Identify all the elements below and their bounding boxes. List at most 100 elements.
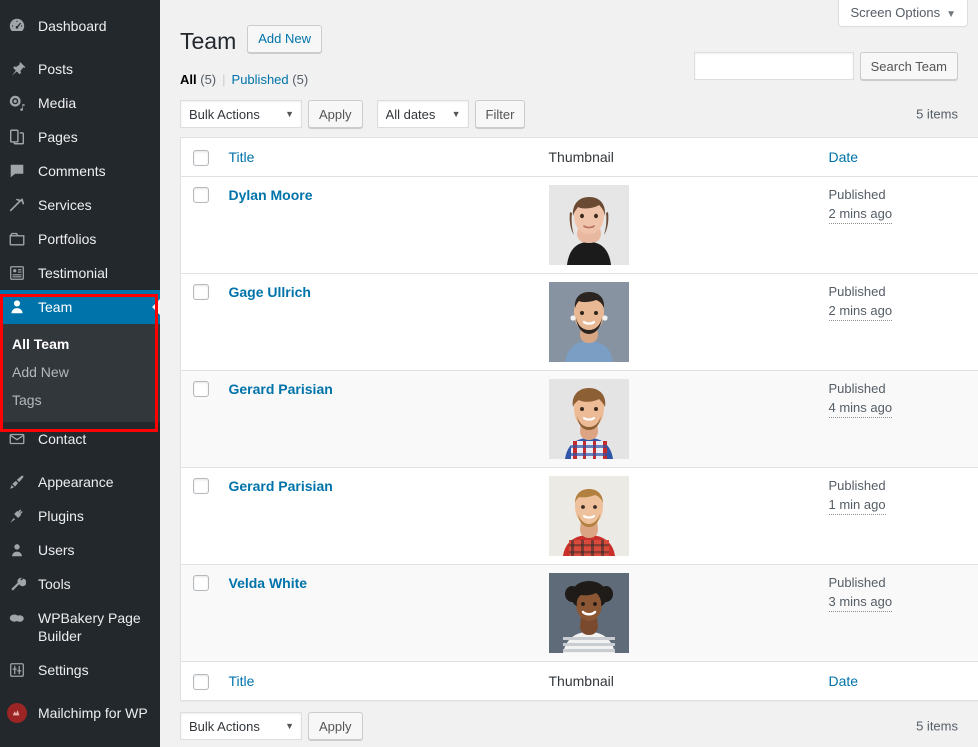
sidebar-item-label: Comments xyxy=(38,163,106,179)
view-published[interactable]: Published (5) xyxy=(232,72,309,87)
submenu-item-add-new[interactable]: Add New xyxy=(0,358,160,386)
row-title-cell: Gerard Parisian xyxy=(228,370,549,468)
apply-button-bottom[interactable]: Apply xyxy=(308,712,363,740)
row-relative-date: 1 min ago xyxy=(828,495,886,515)
row-title-link[interactable]: Gerard Parisian xyxy=(229,476,333,494)
row-title-cell: Dylan Moore xyxy=(228,176,549,274)
row-relative-date: 2 mins ago xyxy=(828,204,893,224)
sort-date-link-bottom[interactable]: Date xyxy=(829,673,859,689)
sidebar-item-posts[interactable]: Posts xyxy=(0,52,160,86)
row-checkbox[interactable] xyxy=(193,187,209,203)
row-status: Published xyxy=(828,284,886,299)
row-checkbox[interactable] xyxy=(193,284,209,300)
thumbnail-header-label-top: Thumbnail xyxy=(548,149,614,165)
column-footer-date[interactable]: Date xyxy=(828,661,978,701)
row-thumbnail-cell xyxy=(548,467,829,565)
sidebar-item-media[interactable]: Media xyxy=(0,86,160,120)
row-thumbnail-cell xyxy=(548,564,829,662)
view-all[interactable]: All (5) xyxy=(180,72,216,87)
wrench-icon xyxy=(8,574,34,594)
sidebar-item-label: Settings xyxy=(38,662,89,678)
sidebar-item-users[interactable]: Users xyxy=(0,533,160,567)
view-published-count: (5) xyxy=(292,72,309,87)
view-all-link[interactable]: All xyxy=(180,72,197,87)
column-header-date[interactable]: Date xyxy=(828,137,978,177)
add-new-button[interactable]: Add New xyxy=(247,25,322,53)
row-checkbox[interactable] xyxy=(193,381,209,397)
admin-sidebar-menu: Dashboard Posts Media Pages Comments Ser… xyxy=(0,0,160,747)
table-foot: Title Thumbnail Date xyxy=(180,661,978,701)
table-row: Gerard Parisian xyxy=(180,370,978,468)
row-relative-date: 4 mins ago xyxy=(828,398,893,418)
plug-icon xyxy=(8,506,34,526)
table-row: Dylan Moore Published 2 mins ago xyxy=(180,176,978,274)
row-title-link[interactable]: Gage Ullrich xyxy=(229,282,311,300)
select-all-checkbox-bottom[interactable] xyxy=(193,674,209,690)
sidebar-item-appearance[interactable]: Appearance xyxy=(0,465,160,499)
sidebar-item-wpbakery[interactable]: WPBakery Page Builder xyxy=(0,601,160,653)
view-published-link[interactable]: Published xyxy=(232,72,289,87)
filter-button[interactable]: Filter xyxy=(474,100,526,128)
sidebar-item-label: Tools xyxy=(38,576,71,592)
submenu-item-tags[interactable]: Tags xyxy=(0,386,160,414)
avatar xyxy=(548,476,829,556)
row-title-link[interactable]: Gerard Parisian xyxy=(229,379,333,397)
submenu-item-label: Tags xyxy=(12,392,42,408)
sidebar-item-comments[interactable]: Comments xyxy=(0,154,160,188)
tablenav-bottom: Bulk Actions ▼ Apply 5 items xyxy=(180,711,958,741)
thumbnail-header-label-bottom: Thumbnail xyxy=(548,673,614,689)
select-all-checkbox-top[interactable] xyxy=(193,150,209,166)
sidebar-item-settings[interactable]: Settings xyxy=(0,653,160,687)
sidebar-item-plugins[interactable]: Plugins xyxy=(0,499,160,533)
chevron-down-icon: ▼ xyxy=(946,9,956,20)
search-box: Search Team xyxy=(693,52,958,80)
search-input[interactable] xyxy=(693,52,854,80)
screen-meta-links: Screen Options ▼ xyxy=(838,0,968,27)
sidebar-item-dashboard[interactable]: Dashboard xyxy=(0,9,160,43)
submenu-item-label: All Team xyxy=(12,336,70,352)
screen-options-button[interactable]: Screen Options ▼ xyxy=(838,0,968,27)
bulk-actions-select-top[interactable]: Bulk Actions xyxy=(180,100,302,128)
row-status: Published xyxy=(828,381,886,396)
sidebar-item-label: Dashboard xyxy=(38,18,107,34)
screen-options-label: Screen Options xyxy=(850,5,941,20)
sidebar-item-testimonial[interactable]: Testimonial xyxy=(0,256,160,290)
row-title-link[interactable]: Velda White xyxy=(229,573,308,591)
row-title-cell: Gage Ullrich xyxy=(228,273,549,371)
settings-icon xyxy=(8,660,34,680)
sidebar-item-tools[interactable]: Tools xyxy=(0,567,160,601)
column-footer-title[interactable]: Title xyxy=(228,661,549,701)
column-header-title[interactable]: Title xyxy=(228,137,549,177)
sidebar-item-pages[interactable]: Pages xyxy=(0,120,160,154)
menu-separator-1 xyxy=(0,43,160,52)
row-title-link[interactable]: Dylan Moore xyxy=(229,185,313,203)
table-row: Gage Ullrich Published 2 mins ago xyxy=(180,273,978,371)
sidebar-item-label: Services xyxy=(38,197,92,213)
sort-date-link-top[interactable]: Date xyxy=(829,149,859,165)
sidebar-item-services[interactable]: Services xyxy=(0,188,160,222)
table-row: Gerard Parisian xyxy=(180,467,978,565)
user-icon xyxy=(8,297,34,317)
sidebar-item-team[interactable]: Team xyxy=(0,290,160,324)
bulk-actions-bottom-wrap: Bulk Actions ▼ xyxy=(180,712,302,740)
sidebar-item-contact[interactable]: Contact xyxy=(0,422,160,456)
row-relative-date: 2 mins ago xyxy=(828,301,893,321)
row-date-cell: Published 1 min ago xyxy=(828,467,978,565)
dates-filter-select[interactable]: All dates xyxy=(376,100,469,128)
row-thumbnail-cell xyxy=(548,273,829,371)
submenu-item-all-team[interactable]: All Team xyxy=(0,330,160,358)
sidebar-item-portfolios[interactable]: Portfolios xyxy=(0,222,160,256)
sidebar-item-mailchimp[interactable]: Mailchimp for WP xyxy=(0,696,160,730)
row-checkbox[interactable] xyxy=(193,478,209,494)
items-count-bottom: 5 items xyxy=(916,718,958,734)
search-submit-button[interactable]: Search Team xyxy=(859,52,958,80)
row-checkbox[interactable] xyxy=(193,575,209,591)
row-date-cell: Published 2 mins ago xyxy=(828,273,978,371)
sidebar-item-label: Mailchimp for WP xyxy=(38,705,148,721)
apply-button-top[interactable]: Apply xyxy=(308,100,363,128)
bulk-actions-select-bottom[interactable]: Bulk Actions xyxy=(180,712,302,740)
sort-title-link-bottom[interactable]: Title xyxy=(229,673,255,689)
items-count-top: 5 items xyxy=(916,106,958,122)
views-divider: | xyxy=(222,72,226,87)
sort-title-link-top[interactable]: Title xyxy=(229,149,255,165)
